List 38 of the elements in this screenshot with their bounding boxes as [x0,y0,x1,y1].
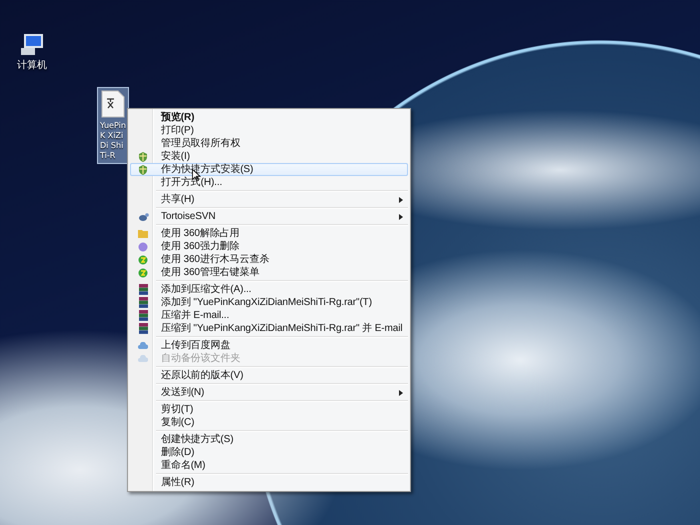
icon-label: 计算机 [17,60,47,72]
archive-icon [138,297,148,308]
menu-item[interactable]: 共享(H) [130,193,408,206]
archive-icon [138,284,148,295]
computer-icon [19,33,45,57]
archive-icon [138,310,148,321]
menu-item[interactable]: 还原以前的版本(V) [130,369,408,382]
menu-item[interactable]: 安装(I) [130,150,408,163]
menu-item[interactable]: 打开方式(H)... [130,176,408,189]
menu-item[interactable]: 创建快捷方式(S) [130,433,408,446]
file-name: YuePinK XiZiDi ShiTi-R [100,121,126,161]
menu-item[interactable]: 复制(C) [130,416,408,429]
menu-item[interactable]: 使用 360管理右键菜单 [130,266,408,279]
menu-item[interactable]: 添加到 "YuePinKangXiZiDianMeiShiTi-Rg.rar"(T) [130,296,408,309]
shield-icon [138,152,148,162]
menu-item[interactable]: 删除(D) [130,446,408,459]
orb-icon [138,242,148,252]
document-icon [101,90,125,118]
file-shortcut[interactable]: YuePinK XiZiDi ShiTi-R [97,87,129,164]
menu-item[interactable]: 压缩到 "YuePinKangXiZiDianMeiShiTi-Rg.rar" 并 E-mail [130,322,408,335]
menu-item[interactable]: 压缩并 E-mail... [130,309,408,322]
menu-item[interactable]: 使用 360强力删除 [130,240,408,253]
shield-icon [138,164,148,174]
menu-item[interactable]: 管理员取得所有权 [130,137,408,150]
menu-item[interactable]: TortoiseSVN [130,210,408,223]
menu-item[interactable]: 上传到百度网盘 [130,339,408,352]
archive-icon [138,323,148,334]
folder-icon [138,229,148,238]
menu-item[interactable]: 使用 360解除占用 [130,227,408,240]
menu-item[interactable]: 添加到压缩文件(A)... [130,283,408,296]
menu-item[interactable]: 发送到(N) [130,386,408,399]
menu-item[interactable]: 使用 360进行木马云查杀 [130,253,408,266]
menu-item[interactable]: 剪切(T) [130,403,408,416]
menu-item[interactable]: 预览(R) [130,111,408,124]
menu-item[interactable]: 属性(R) [130,476,408,489]
menu-item[interactable]: 打印(P) [130,124,408,137]
menu-item[interactable]: 重命名(M) [130,459,408,472]
computer-shortcut[interactable]: 计算机 [14,30,50,75]
